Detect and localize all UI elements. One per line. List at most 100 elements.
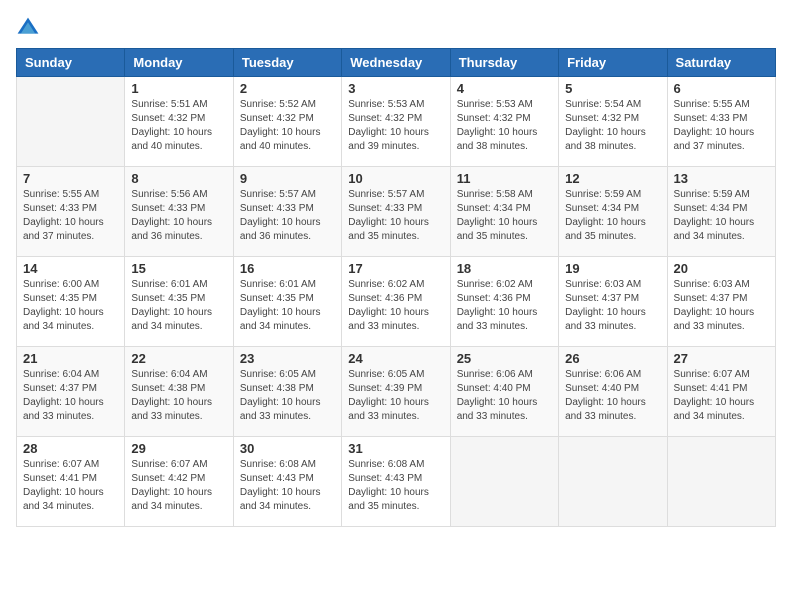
day-info: Sunrise: 6:08 AM Sunset: 4:43 PM Dayligh…: [348, 458, 443, 514]
day-number: 3: [348, 81, 443, 96]
day-cell: 18Sunrise: 6:02 AM Sunset: 4:36 PM Dayli…: [450, 257, 558, 347]
day-cell: [450, 437, 558, 527]
day-cell: 6 Sunrise: 5:55 AM Sunset: 4:33 PM Daylig…: [667, 77, 775, 167]
day-info: Sunrise: 5:51 AM Sunset: 4:32 PM Dayligh…: [131, 98, 226, 154]
day-cell: 22 Sunrise: 6:04 AM Sunset: 4:38 PM Dayli…: [125, 347, 233, 437]
day-number: 6: [674, 81, 769, 96]
day-info: Sunrise: 6:08 AM Sunset: 4:43 PM Dayligh…: [240, 458, 335, 514]
day-cell: 14 Sunrise: 6:00 AM Sunset: 4:35 PM Dayli…: [17, 257, 125, 347]
day-number: 9: [240, 171, 335, 186]
day-cell: 28Sunrise: 6:07 AM Sunset: 4:41 PM Dayli…: [17, 437, 125, 527]
day-cell: 13 Sunrise: 5:59 AM Sunset: 4:34 PM Dayli…: [667, 167, 775, 257]
logo: [16, 16, 44, 40]
day-info: Sunrise: 5:53 AM Sunset: 4:32 PM Dayligh…: [457, 98, 552, 154]
header-saturday: Saturday: [667, 49, 775, 77]
day-cell: 29 Sunrise: 6:07 AM Sunset: 4:42 PM Dayli…: [125, 437, 233, 527]
day-cell: 26 Sunrise: 6:06 AM Sunset: 4:40 PM Dayli…: [559, 347, 667, 437]
day-number: 17: [348, 261, 443, 276]
day-cell: 23 Sunrise: 6:05 AM Sunset: 4:38 PM Dayli…: [233, 347, 341, 437]
day-cell: [667, 437, 775, 527]
day-number: 14: [23, 261, 118, 276]
header-tuesday: Tuesday: [233, 49, 341, 77]
day-number: 22: [131, 351, 226, 366]
day-info: Sunrise: 6:06 AM Sunset: 4:40 PM Dayligh…: [457, 368, 552, 424]
day-number: 11: [457, 171, 552, 186]
day-number: 26: [565, 351, 660, 366]
day-cell: 27 Sunrise: 6:07 AM Sunset: 4:41 PM Dayli…: [667, 347, 775, 437]
day-cell: 31Sunrise: 6:08 AM Sunset: 4:43 PM Dayli…: [342, 437, 450, 527]
day-number: 30: [240, 441, 335, 456]
week-row-1: 1 Sunrise: 5:51 AM Sunset: 4:32 PM Daylig…: [17, 77, 776, 167]
day-info: Sunrise: 5:58 AM Sunset: 4:34 PM Dayligh…: [457, 188, 552, 244]
week-row-4: 21 Sunrise: 6:04 AM Sunset: 4:37 PM Dayli…: [17, 347, 776, 437]
day-info: Sunrise: 5:52 AM Sunset: 4:32 PM Dayligh…: [240, 98, 335, 154]
day-cell: 9 Sunrise: 5:57 AM Sunset: 4:33 PM Daylig…: [233, 167, 341, 257]
day-cell: 11 Sunrise: 5:58 AM Sunset: 4:34 PM Dayli…: [450, 167, 558, 257]
calendar: SundayMondayTuesdayWednesdayThursdayFrid…: [16, 48, 776, 527]
day-number: 12: [565, 171, 660, 186]
header-sunday: Sunday: [17, 49, 125, 77]
day-number: 29: [131, 441, 226, 456]
day-number: 8: [131, 171, 226, 186]
day-number: 1: [131, 81, 226, 96]
day-number: 18: [457, 261, 552, 276]
day-number: 25: [457, 351, 552, 366]
day-number: 27: [674, 351, 769, 366]
day-cell: 7Sunrise: 5:55 AM Sunset: 4:33 PM Daylig…: [17, 167, 125, 257]
day-number: 21: [23, 351, 118, 366]
day-info: Sunrise: 5:53 AM Sunset: 4:32 PM Dayligh…: [348, 98, 443, 154]
day-info: Sunrise: 6:05 AM Sunset: 4:38 PM Dayligh…: [240, 368, 335, 424]
day-cell: 3 Sunrise: 5:53 AM Sunset: 4:32 PM Daylig…: [342, 77, 450, 167]
day-info: Sunrise: 6:04 AM Sunset: 4:37 PM Dayligh…: [23, 368, 118, 424]
header-row: SundayMondayTuesdayWednesdayThursdayFrid…: [17, 49, 776, 77]
day-number: 4: [457, 81, 552, 96]
day-info: Sunrise: 5:55 AM Sunset: 4:33 PM Dayligh…: [674, 98, 769, 154]
day-info: Sunrise: 6:04 AM Sunset: 4:38 PM Dayligh…: [131, 368, 226, 424]
day-cell: 10Sunrise: 5:57 AM Sunset: 4:33 PM Dayli…: [342, 167, 450, 257]
day-info: Sunrise: 5:54 AM Sunset: 4:32 PM Dayligh…: [565, 98, 660, 154]
header-thursday: Thursday: [450, 49, 558, 77]
day-info: Sunrise: 5:59 AM Sunset: 4:34 PM Dayligh…: [674, 188, 769, 244]
day-cell: 19 Sunrise: 6:03 AM Sunset: 4:37 PM Dayli…: [559, 257, 667, 347]
day-number: 7: [23, 171, 118, 186]
day-cell: 25 Sunrise: 6:06 AM Sunset: 4:40 PM Dayli…: [450, 347, 558, 437]
week-row-5: 28Sunrise: 6:07 AM Sunset: 4:41 PM Dayli…: [17, 437, 776, 527]
day-info: Sunrise: 6:07 AM Sunset: 4:42 PM Dayligh…: [131, 458, 226, 514]
day-info: Sunrise: 5:57 AM Sunset: 4:33 PM Dayligh…: [240, 188, 335, 244]
day-cell: 24Sunrise: 6:05 AM Sunset: 4:39 PM Dayli…: [342, 347, 450, 437]
day-cell: 20 Sunrise: 6:03 AM Sunset: 4:37 PM Dayli…: [667, 257, 775, 347]
day-info: Sunrise: 6:00 AM Sunset: 4:35 PM Dayligh…: [23, 278, 118, 334]
week-row-2: 7Sunrise: 5:55 AM Sunset: 4:33 PM Daylig…: [17, 167, 776, 257]
day-info: Sunrise: 6:02 AM Sunset: 4:36 PM Dayligh…: [348, 278, 443, 334]
day-info: Sunrise: 6:03 AM Sunset: 4:37 PM Dayligh…: [565, 278, 660, 334]
day-info: Sunrise: 6:01 AM Sunset: 4:35 PM Dayligh…: [240, 278, 335, 334]
day-cell: 21 Sunrise: 6:04 AM Sunset: 4:37 PM Dayli…: [17, 347, 125, 437]
day-info: Sunrise: 5:56 AM Sunset: 4:33 PM Dayligh…: [131, 188, 226, 244]
day-cell: 17 Sunrise: 6:02 AM Sunset: 4:36 PM Dayli…: [342, 257, 450, 347]
day-number: 20: [674, 261, 769, 276]
day-number: 5: [565, 81, 660, 96]
day-info: Sunrise: 6:06 AM Sunset: 4:40 PM Dayligh…: [565, 368, 660, 424]
day-cell: [17, 77, 125, 167]
day-number: 23: [240, 351, 335, 366]
header-friday: Friday: [559, 49, 667, 77]
day-cell: 12 Sunrise: 5:59 AM Sunset: 4:34 PM Dayli…: [559, 167, 667, 257]
day-info: Sunrise: 6:07 AM Sunset: 4:41 PM Dayligh…: [674, 368, 769, 424]
day-info: Sunrise: 5:59 AM Sunset: 4:34 PM Dayligh…: [565, 188, 660, 244]
day-cell: 5 Sunrise: 5:54 AM Sunset: 4:32 PM Daylig…: [559, 77, 667, 167]
day-number: 19: [565, 261, 660, 276]
day-number: 13: [674, 171, 769, 186]
header-monday: Monday: [125, 49, 233, 77]
day-number: 2: [240, 81, 335, 96]
day-info: Sunrise: 6:03 AM Sunset: 4:37 PM Dayligh…: [674, 278, 769, 334]
day-number: 28: [23, 441, 118, 456]
day-cell: [559, 437, 667, 527]
day-cell: 16Sunrise: 6:01 AM Sunset: 4:35 PM Dayli…: [233, 257, 341, 347]
day-cell: 2 Sunrise: 5:52 AM Sunset: 4:32 PM Daylig…: [233, 77, 341, 167]
day-number: 24: [348, 351, 443, 366]
day-number: 15: [131, 261, 226, 276]
day-cell: 15Sunrise: 6:01 AM Sunset: 4:35 PM Dayli…: [125, 257, 233, 347]
day-cell: 1 Sunrise: 5:51 AM Sunset: 4:32 PM Daylig…: [125, 77, 233, 167]
day-cell: 4 Sunrise: 5:53 AM Sunset: 4:32 PM Daylig…: [450, 77, 558, 167]
day-cell: 30 Sunrise: 6:08 AM Sunset: 4:43 PM Dayli…: [233, 437, 341, 527]
